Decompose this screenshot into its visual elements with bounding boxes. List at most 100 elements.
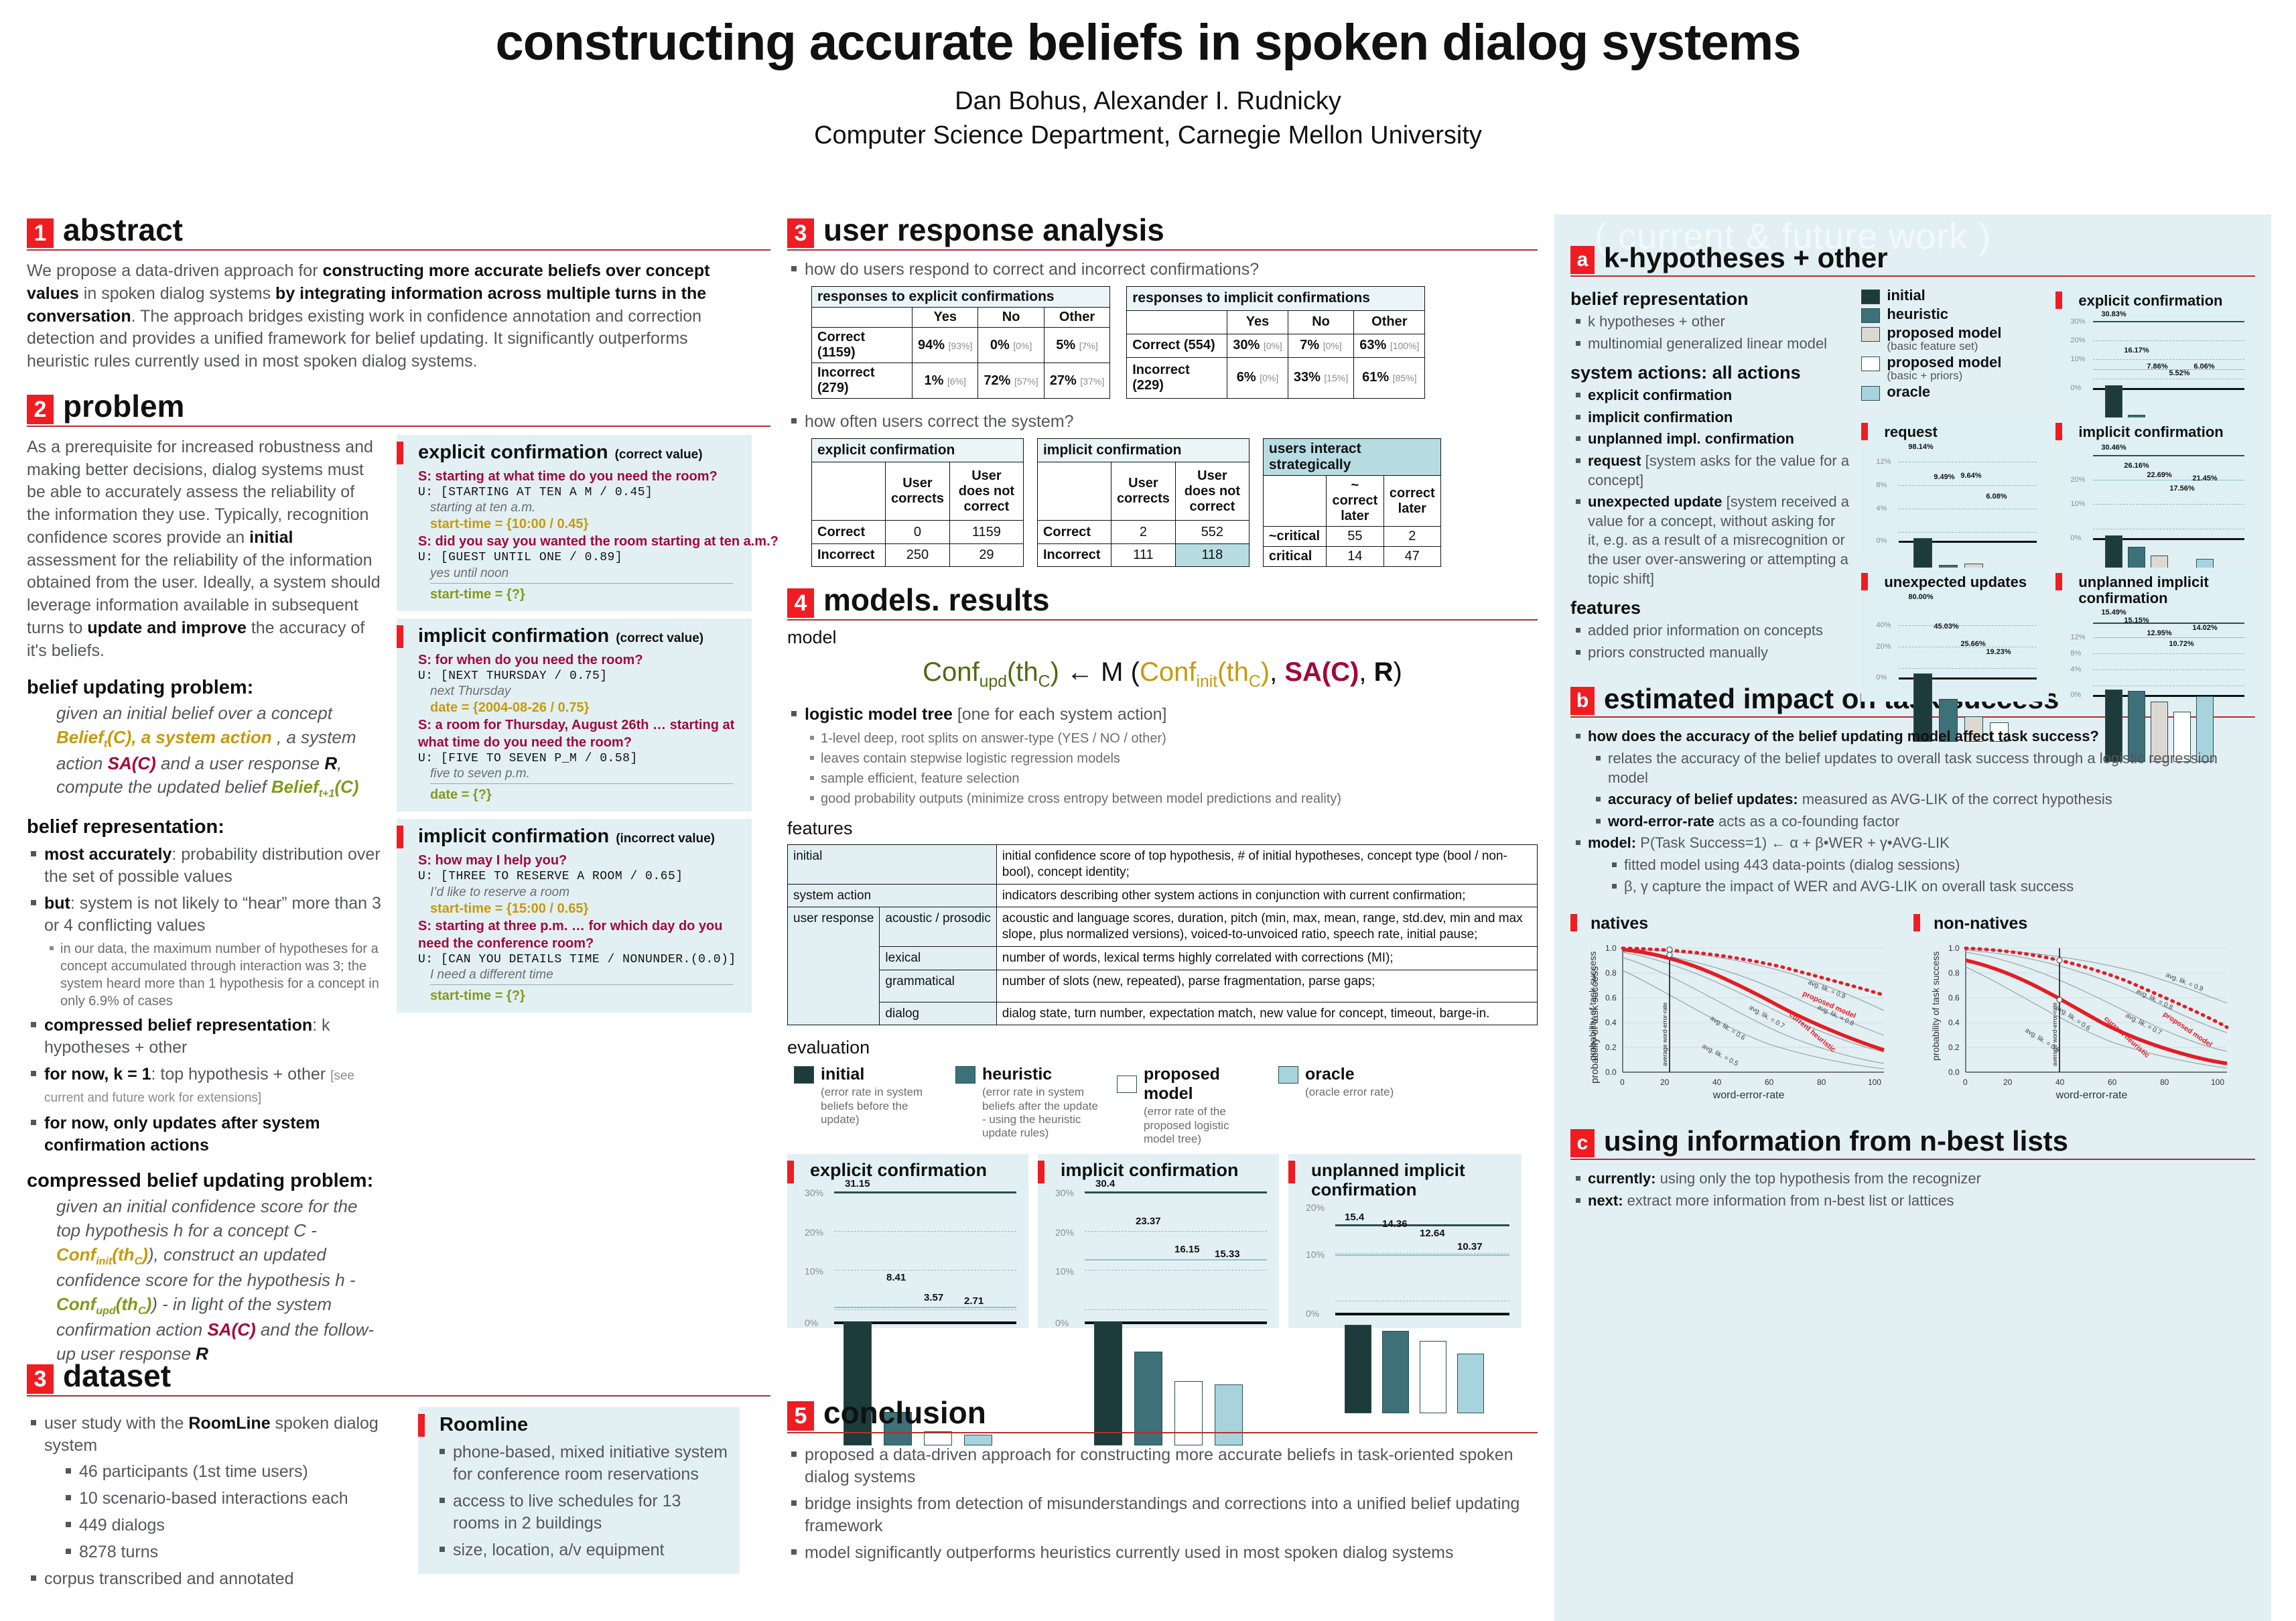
- abstract-text: We propose a data-driven approach for co…: [27, 260, 740, 373]
- cell-value: 1%: [924, 373, 944, 388]
- cell: 1159: [949, 520, 1024, 544]
- column-header: User does not correct: [1174, 462, 1250, 521]
- bar-value-label: 30.46%: [2101, 443, 2126, 452]
- legend-entry-oracle: oracle: [1861, 384, 2042, 401]
- chart-title: explicit confirmation: [810, 1160, 988, 1181]
- example-header: explicit confirmation (correct value): [407, 442, 744, 464]
- problem-text-column: As a prerequisite for increased robustne…: [27, 435, 382, 1366]
- legend-label-group: proposed model (basic feature set): [1887, 325, 2001, 352]
- svg-text:40: 40: [1712, 1078, 1722, 1087]
- legend-label: oracle: [1305, 1065, 1355, 1084]
- svg-text:0.0: 0.0: [1948, 1067, 1960, 1077]
- bup-t2: (C), a system action: [107, 727, 277, 748]
- table-row: Incorrect 111 118: [1036, 543, 1250, 568]
- y-tick: 12%: [1876, 458, 1891, 466]
- item-rest: [one for each system action]: [952, 705, 1167, 724]
- accent-bar: [1861, 573, 1869, 590]
- table-row: Incorrect (229) 6% [0%] 33% [15%] 61% [8…: [1126, 356, 1426, 399]
- item-bold: accuracy of belief updates:: [1608, 791, 1798, 808]
- list-item: k hypotheses + other: [1570, 312, 1850, 332]
- cell: 72% [57%]: [977, 363, 1044, 399]
- bar-value-label: 12.64: [1420, 1227, 1445, 1239]
- column-header: [811, 462, 886, 521]
- y-axis-label: probability of task success: [1589, 966, 1601, 1084]
- arg: (th: [1217, 657, 1249, 687]
- bar-value-label: 9.49%: [1934, 473, 1955, 482]
- section-number-badge: 4: [787, 588, 814, 618]
- bar-value-label: 3.57: [924, 1292, 944, 1304]
- system-actions-list: explicit confirmation implicit confirmat…: [1570, 386, 1850, 588]
- item-bold: unexpected update: [1588, 493, 1723, 511]
- page-title: constructing accurate beliefs in spoken …: [495, 14, 1802, 71]
- y-tick: 0%: [1876, 673, 1887, 682]
- column-header: No: [977, 307, 1044, 328]
- bar-value-label: 7.86%: [2147, 362, 2168, 371]
- m-symbol: M: [1101, 657, 1124, 687]
- bar-value-label: 21.45%: [2192, 474, 2218, 482]
- list-item: added prior information on concepts: [1570, 621, 1850, 641]
- cell-value: 33%: [1293, 370, 1321, 385]
- section-dataset: 3 dataset user study with the RoomLine s…: [27, 1360, 770, 1595]
- cell: 63% [100%]: [1353, 333, 1426, 358]
- cell: 27% [37%]: [1043, 363, 1111, 399]
- section-a-charts: initial heuristic proposed model (basic f…: [1861, 286, 2257, 762]
- cell-value: 30%: [1233, 338, 1260, 353]
- bar-value-label: 31.15: [845, 1178, 870, 1190]
- list-item: next: extract more information from n-be…: [1570, 1191, 2255, 1211]
- item-bold: for now, only updates after system confi…: [44, 1113, 320, 1155]
- cell: 33% [15%]: [1287, 356, 1355, 399]
- table-row: critical 14 47: [1262, 546, 1441, 567]
- user-recognition: U: [GUEST UNTIL ONE / 0.89]: [418, 551, 623, 565]
- list-item: how does the accuracy of the belief upda…: [1570, 727, 2255, 747]
- legend-description: (error rate in system beliefs after the …: [982, 1086, 1098, 1140]
- section-a-title: k-hypotheses + other: [1604, 242, 1888, 273]
- item-bold: but: [44, 893, 70, 913]
- cell-subvalue: [85%]: [1392, 373, 1417, 384]
- cell: 47: [1383, 546, 1441, 567]
- cell: 55: [1325, 526, 1384, 547]
- features-label: features: [787, 818, 853, 838]
- bar-value-label: 6.08%: [1986, 493, 2007, 501]
- x-axis-label: word-error-rate: [1712, 1090, 1785, 1101]
- section-c-title: using information from n-best lists: [1604, 1125, 2069, 1157]
- legend-swatch-icon: [1117, 1076, 1137, 1094]
- conclusion-list: proposed a data-driven approach for cons…: [787, 1444, 1538, 1564]
- dataset-body: user study with the RoomLine spoken dial…: [27, 1407, 770, 1595]
- bar-value-label: 6.06%: [2193, 362, 2215, 371]
- bar-value-label: 45.03%: [1934, 622, 1959, 631]
- belief-representation-list: most accurately: probability distributio…: [27, 844, 382, 1157]
- feature-key: system action: [787, 883, 997, 908]
- list-item: priors constructed manually: [1570, 643, 1850, 663]
- bar-value-label: 8.41: [886, 1272, 906, 1284]
- legend-label: initial: [821, 1065, 865, 1084]
- cell: 29: [949, 543, 1024, 568]
- legend-label: proposed model: [1887, 324, 2002, 341]
- table-row: Correct (1159) 94% [93%] 0% [0%] 5% [7%]: [811, 327, 1111, 363]
- svg-text:proposed model: proposed model: [2161, 1011, 2214, 1049]
- item-bold: RoomLine: [188, 1414, 271, 1433]
- row-label: Incorrect (229): [1126, 356, 1228, 399]
- bar-value-label: 15.33: [1215, 1248, 1240, 1260]
- legend-description: (oracle error rate): [1305, 1086, 1394, 1099]
- section-problem: 2 problem As a prerequisite for increase…: [27, 391, 779, 1366]
- bar-value-label: 17.56%: [2169, 484, 2195, 493]
- bar-value-label: 26.16%: [2124, 461, 2149, 470]
- ura-title: user response analysis: [823, 212, 1164, 247]
- legend-entry-proposed-priors: proposed model (basic + priors): [1861, 354, 2042, 382]
- list-item: request [system asks for the value for a…: [1570, 452, 1850, 490]
- accent-bar: [1861, 423, 1869, 440]
- cell-subvalue: [0%]: [1323, 340, 1342, 352]
- example-subtitle: (incorrect value): [616, 832, 716, 846]
- feature-value: number of words, lexical terms highly co…: [996, 946, 1538, 970]
- y-tick: 30%: [1055, 1187, 1075, 1199]
- chart-implicit-confirmation-eval: implicit confirmation 0% 10% 20% 30% 30.…: [1038, 1154, 1279, 1446]
- conf-init: Conf: [1139, 657, 1197, 687]
- feature-subkey: dialog: [879, 1001, 997, 1026]
- list-item: fitted model using 443 data-points (dial…: [1607, 856, 2255, 875]
- y-tick: 10%: [2070, 354, 2086, 363]
- svg-text:0.2: 0.2: [1948, 1043, 1960, 1052]
- y-tick: 4%: [1876, 505, 1887, 513]
- column-header: User corrects: [885, 462, 950, 521]
- svg-text:0.4: 0.4: [1948, 1018, 1960, 1027]
- item-rest: : system is not likely to “hear” more th…: [44, 893, 381, 935]
